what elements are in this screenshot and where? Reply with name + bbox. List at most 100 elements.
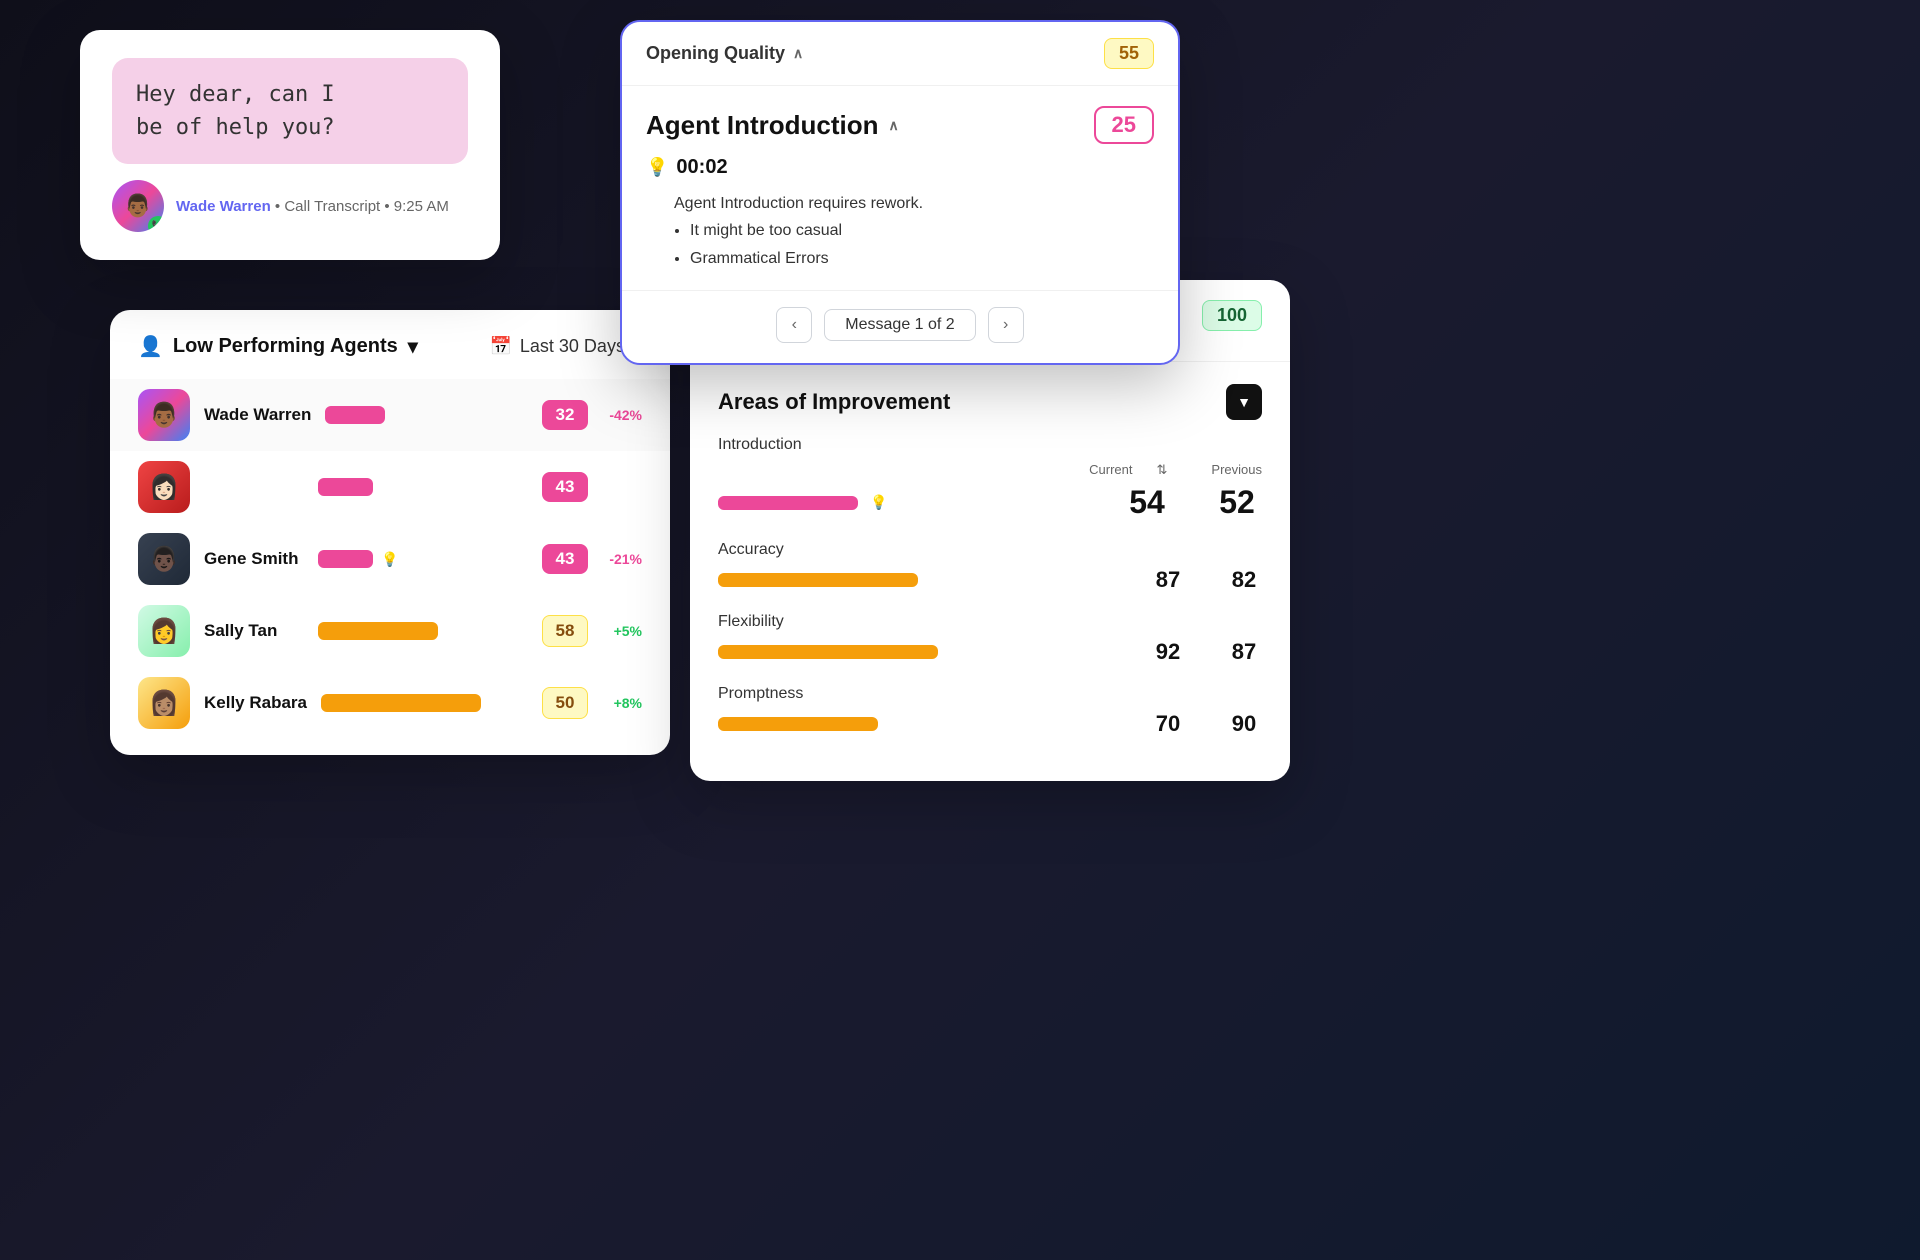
promptness-bar — [718, 717, 878, 731]
accuracy-scores: 87 82 — [1150, 567, 1262, 593]
agent-intro-card: Opening Quality ∧ 55 Agent Introduction … — [620, 20, 1180, 365]
previous-col-header: Previous — [1211, 462, 1262, 478]
accuracy-current: 87 — [1150, 567, 1186, 593]
flexibility-bar-row: 92 87 — [718, 639, 1262, 665]
rework-bullet-1: It might be too casual — [690, 217, 1154, 246]
change-badge: +5% — [602, 623, 642, 639]
flexibility-scores: 92 87 — [1150, 639, 1262, 665]
agent-name: Gene Smith — [204, 549, 304, 569]
flexibility-current: 92 — [1150, 639, 1186, 665]
accuracy-bar-row: 87 82 — [718, 567, 1262, 593]
chevron-up-icon[interactable]: ∧ — [793, 45, 803, 62]
intro-score-bar — [718, 496, 858, 510]
timestamp-row: 💡 00:02 — [646, 156, 1154, 179]
bulb-icon: 💡 — [646, 157, 668, 178]
chat-line2: be of help you? — [136, 115, 335, 140]
low-performing-agents-button[interactable]: 👤 Low Performing Agents ▾ — [138, 334, 418, 359]
intro-previous-score: 52 — [1212, 484, 1262, 521]
flexibility-previous: 87 — [1226, 639, 1262, 665]
accuracy-bar — [718, 573, 918, 587]
bulb-icon: 💡 — [870, 494, 887, 511]
agent-intro-header: Agent Introduction ∧ 25 — [622, 86, 1178, 156]
chevron-down-icon: ▾ — [408, 334, 418, 359]
agent-bar-wrap — [318, 478, 528, 496]
promptness-previous: 90 — [1226, 711, 1262, 737]
areas-body: Introduction Current ⇅ Previous 💡 54 52 … — [690, 436, 1290, 781]
score-box: 43 — [542, 544, 588, 574]
chat-separator: • — [275, 198, 284, 215]
agents-title: Low Performing Agents — [173, 335, 398, 358]
avatar: 👨🏾 — [138, 389, 190, 441]
agent-bar-wrap — [318, 622, 528, 640]
greeting-score: 100 — [1202, 300, 1262, 331]
chat-card: Hey dear, can I be of help you? 👨🏾 📞 Wad… — [80, 30, 500, 260]
accuracy-label: Accuracy — [718, 541, 1262, 559]
promptness-metric: Promptness 70 90 — [718, 685, 1262, 737]
calendar-icon: 📅 — [489, 336, 511, 357]
intro-metric-label: Introduction — [718, 436, 1262, 454]
agent-name: Kelly Rabara — [204, 693, 307, 713]
agent-name: Wade Warren — [204, 405, 311, 425]
intro-scores: 54 52 — [1122, 484, 1262, 521]
areas-title: Areas of Improvement — [718, 389, 950, 415]
score-bar — [318, 550, 373, 568]
introduction-metric: Introduction Current ⇅ Previous 💡 54 52 — [718, 436, 1262, 521]
flexibility-bar — [718, 645, 938, 659]
table-row[interactable]: 👩 Sally Tan 58 +5% — [110, 595, 670, 667]
accuracy-metric: Accuracy 87 82 — [718, 541, 1262, 593]
promptness-bar-row: 70 90 — [718, 711, 1262, 737]
promptness-current: 70 — [1150, 711, 1186, 737]
rework-text: Agent Introduction requires rework. — [674, 191, 1154, 217]
timestamp: 00:02 — [676, 156, 727, 179]
change-badge: +8% — [602, 695, 642, 711]
score-bar — [318, 478, 373, 496]
current-col-header: Current — [1089, 462, 1132, 478]
table-row[interactable]: 👨🏿 Gene Smith 💡 43 -21% — [110, 523, 670, 595]
bulb-icon: 💡 — [381, 551, 398, 568]
filter-button[interactable]: ▼ — [1226, 384, 1262, 420]
score-bar — [321, 694, 481, 712]
avatar: 👩🏻 — [138, 461, 190, 513]
accuracy-previous: 82 — [1226, 567, 1262, 593]
next-message-button[interactable]: › — [988, 307, 1024, 343]
agent-name: Sally Tan — [204, 621, 304, 641]
table-row[interactable]: 👩🏻 43 — [110, 451, 670, 523]
intro-current-score: 54 — [1122, 484, 1172, 521]
prev-message-button[interactable]: ‹ — [776, 307, 812, 343]
intro-bar-row: 💡 54 52 — [718, 484, 1262, 521]
rework-bullet-2: Grammatical Errors — [690, 245, 1154, 274]
phone-icon: 📞 — [148, 216, 164, 232]
date-filter-label: Last 30 Days — [520, 336, 625, 357]
change-badge: -42% — [602, 407, 642, 423]
score-box: 43 — [542, 472, 588, 502]
promptness-scores: 70 90 — [1150, 711, 1262, 737]
column-headers: Current ⇅ Previous — [718, 462, 1262, 478]
agents-card: 👤 Low Performing Agents ▾ 📅 Last 30 Days… — [110, 310, 670, 755]
agent-intro-title: Agent Introduction ∧ — [646, 110, 899, 141]
chat-avatar-row: 👨🏾 📞 Wade Warren • Call Transcript • 9:2… — [112, 180, 468, 232]
table-row[interactable]: 👨🏾 Wade Warren 32 -42% — [110, 379, 670, 451]
chevron-up-icon-2[interactable]: ∧ — [889, 117, 899, 134]
avatar: 👩 — [138, 605, 190, 657]
agents-header: 👤 Low Performing Agents ▾ 📅 Last 30 Days… — [110, 310, 670, 379]
message-nav: ‹ Message 1 of 2 › — [622, 290, 1178, 363]
avatar: 👩🏽 — [138, 677, 190, 729]
agent-bar-wrap: 💡 — [318, 550, 528, 568]
areas-header: Areas of Improvement ▼ — [690, 362, 1290, 436]
score-box: 50 — [542, 687, 588, 719]
promptness-label: Promptness — [718, 685, 1262, 703]
change-badge: -21% — [602, 551, 642, 567]
score-box: 58 — [542, 615, 588, 647]
avatar: 👨🏿 — [138, 533, 190, 585]
score-bar — [318, 622, 438, 640]
chat-meta: Wade Warren • Call Transcript • 9:25 AM — [176, 198, 449, 215]
opening-quality-bar: Opening Quality ∧ 55 — [622, 22, 1178, 86]
score-bar — [325, 406, 385, 424]
flexibility-metric: Flexibility 92 87 — [718, 613, 1262, 665]
opening-quality-label: Opening Quality ∧ — [646, 43, 803, 64]
score-box: 32 — [542, 400, 588, 430]
chat-call-type: Call Transcript — [284, 198, 380, 215]
agent-name-link[interactable]: Wade Warren — [176, 198, 271, 215]
table-row[interactable]: 👩🏽 Kelly Rabara 50 +8% — [110, 667, 670, 739]
flexibility-label: Flexibility — [718, 613, 1262, 631]
